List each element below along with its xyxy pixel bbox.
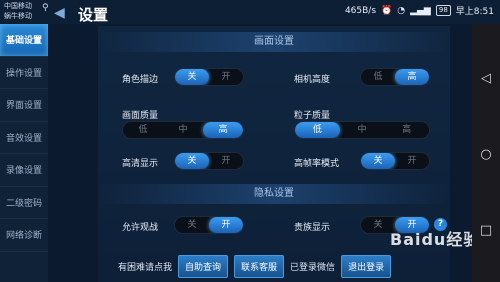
signal-icon: ▂▄▆ (410, 5, 431, 16)
camera-high-option[interactable]: 高 (395, 69, 429, 85)
spectate-label: 允许观战 (122, 223, 159, 233)
key-icon: ⚲ (42, 3, 49, 13)
carrier-line-2: 蜗牛移动 (4, 12, 32, 20)
sidebar-item-basic[interactable]: 基础设置 (0, 24, 48, 57)
wifi-icon: ◔ (397, 5, 406, 16)
help-text: 有困难请点我 (118, 262, 173, 273)
status-icons: 465B/s ⏰ ◔ ▂▄▆ 98 早上8:51 (345, 4, 494, 17)
status-bar: 中国移动 蜗牛移动 ⚲ ◀ 设置 465B/s ⏰ ◔ ▂▄▆ 98 早上8:5… (0, 0, 500, 24)
spectate-toggle[interactable]: 关 开 (174, 216, 244, 234)
sidebar-item-interface[interactable]: 界面设置 (0, 89, 48, 122)
particles-mid-option[interactable]: 中 (340, 122, 385, 138)
particles-label: 粒子质量 (294, 111, 331, 121)
sidebar-item-replay[interactable]: 录像设置 (0, 154, 48, 187)
back-arrow-icon[interactable]: ◀ (54, 6, 70, 20)
privacy-section-header: 隐私设置 (98, 184, 450, 204)
nav-home-icon[interactable]: ○ (479, 148, 493, 162)
hd-on-option[interactable]: 开 (209, 153, 243, 169)
camera-low-option[interactable]: 低 (361, 69, 395, 85)
particles-selector[interactable]: 低 中 高 (294, 121, 430, 139)
hd-off-option[interactable]: 关 (175, 153, 209, 169)
quality-low-option[interactable]: 低 (123, 122, 163, 138)
sidebar-item-controls[interactable]: 操作设置 (0, 57, 48, 89)
nav-recents-icon[interactable]: □ (479, 224, 493, 238)
quality-selector[interactable]: 低 中 高 (122, 121, 244, 139)
hfr-off-option[interactable]: 关 (361, 153, 395, 169)
network-speed: 465B/s (344, 5, 377, 16)
contact-service-button[interactable]: 联系客服 (234, 254, 285, 278)
clock: 早上8:51 (455, 7, 494, 17)
battery-icon: 98 (435, 5, 451, 16)
self-query-button[interactable]: 自助查询 (178, 254, 229, 278)
edge-label: 角色描边 (122, 75, 159, 85)
hfr-toggle[interactable]: 关 开 (360, 152, 430, 170)
android-navbar: ◁ ○ □ (472, 24, 500, 282)
sidebar-item-network[interactable]: 网络诊断 (0, 219, 48, 252)
carrier-line-1: 中国移动 (4, 2, 32, 10)
logout-button[interactable]: 退出登录 (341, 254, 392, 278)
hfr-on-option[interactable]: 开 (395, 153, 429, 169)
edge-on-option[interactable]: 开 (209, 69, 243, 85)
settings-sidebar: 基础设置 操作设置 界面设置 音效设置 录像设置 二级密码 网络诊断 (0, 24, 48, 282)
hd-label: 高清显示 (122, 159, 159, 169)
graphics-section-header: 画面设置 (98, 32, 450, 52)
alarm-icon: ⏰ (381, 5, 393, 16)
page-title: 设置 (78, 6, 109, 24)
nav-back-icon[interactable]: ◁ (479, 72, 493, 86)
bottom-bar: 有困难请点我 自助查询 联系客服 已登录微信 退出登录 (98, 252, 450, 280)
camera-height-label: 相机高度 (294, 75, 331, 85)
particles-high-option[interactable]: 高 (384, 122, 429, 138)
quality-high-option[interactable]: 高 (203, 122, 243, 138)
edge-off-option[interactable]: 关 (175, 69, 209, 85)
spectate-on-option[interactable]: 开 (209, 217, 243, 233)
spectate-off-option[interactable]: 关 (175, 217, 209, 233)
logged-wechat-text: 已登录微信 (290, 262, 336, 273)
hfr-label: 高帧率模式 (294, 159, 340, 169)
particles-low-option[interactable]: 低 (295, 122, 340, 138)
sidebar-item-password[interactable]: 二级密码 (0, 187, 48, 219)
edge-toggle[interactable]: 关 开 (174, 68, 244, 86)
quality-label: 画面质量 (122, 111, 159, 121)
baidu-watermark: Baidu经验 (390, 230, 481, 249)
camera-height-toggle[interactable]: 低 高 (360, 68, 430, 86)
quality-mid-option[interactable]: 中 (163, 122, 203, 138)
noble-label: 贵族显示 (294, 223, 331, 233)
sidebar-item-audio[interactable]: 音效设置 (0, 122, 48, 154)
carrier-info: 中国移动 蜗牛移动 ⚲ (4, 1, 49, 21)
hd-toggle[interactable]: 关 开 (174, 152, 244, 170)
